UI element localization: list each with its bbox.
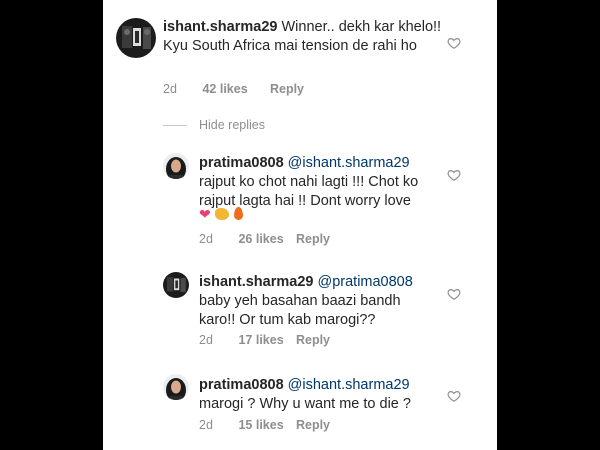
reply-age: 2d [199, 418, 213, 432]
avatar-ishant[interactable] [163, 272, 189, 298]
username[interactable]: ishant.sharma29 [199, 274, 313, 290]
avatar-pratima[interactable] [163, 374, 189, 400]
username[interactable]: ishant.sharma29 [163, 19, 277, 35]
divider-line [163, 124, 187, 126]
comment-age: 2d [163, 82, 177, 96]
mention-link[interactable]: @pratima0808 [317, 274, 412, 290]
fire-emoji [233, 207, 243, 220]
reply-meta: 2d 17 likes Reply [199, 333, 330, 347]
likes-count[interactable]: 15 likes [238, 418, 292, 432]
heart-emoji: ❤ [199, 207, 211, 223]
emoji-row: ❤ [199, 207, 243, 223]
hide-replies-label: Hide replies [199, 118, 266, 132]
avatar-ishant[interactable] [116, 18, 156, 58]
mention-link[interactable]: @ishant.sharma29 [288, 155, 410, 171]
reply-body: rajput ko chot nahi lagti !!! Chot ko ra… [199, 174, 419, 209]
reply-text: pratima0808 @ishant.sharma29 marogi ? Wh… [199, 376, 439, 414]
reply-button[interactable]: Reply [296, 418, 330, 432]
reply-text: ishant.sharma29 @pratima0808 baby yeh ba… [199, 273, 439, 330]
likes-count[interactable]: 26 likes [238, 232, 292, 246]
heart-icon[interactable] [447, 168, 461, 182]
reply-body: marogi ? Why u want me to die ? [199, 396, 411, 412]
username[interactable]: pratima0808 [199, 377, 284, 393]
reply-age: 2d [199, 232, 213, 246]
reply-button[interactable]: Reply [270, 82, 304, 96]
username[interactable]: pratima0808 [199, 155, 284, 171]
comment-text: ishant.sharma29 Winner.. dekh kar khelo!… [163, 18, 453, 56]
heart-icon[interactable] [447, 389, 461, 403]
heart-icon[interactable] [447, 287, 461, 301]
avatar-pratima[interactable] [163, 153, 189, 179]
reply-text: pratima0808 @ishant.sharma29 rajput ko c… [199, 154, 439, 211]
reply-button[interactable]: Reply [296, 232, 330, 246]
hide-replies-button[interactable]: Hide replies [163, 118, 265, 132]
comment-meta: 2d 42 likes Reply [163, 82, 304, 96]
reply-button[interactable]: Reply [296, 333, 330, 347]
reply-meta: 2d 26 likes Reply [199, 232, 330, 246]
reply-body: baby yeh basahan baazi bandh karo!! Or t… [199, 293, 401, 328]
likes-count[interactable]: 17 likes [238, 333, 292, 347]
reply-meta: 2d 15 likes Reply [199, 418, 330, 432]
mention-link[interactable]: @ishant.sharma29 [288, 377, 410, 393]
likes-count[interactable]: 42 likes [202, 82, 266, 96]
muscle-emoji [215, 208, 230, 220]
reply-age: 2d [199, 333, 213, 347]
comments-panel: ishant.sharma29 Winner.. dekh kar khelo!… [103, 0, 497, 450]
heart-icon[interactable] [447, 36, 461, 50]
